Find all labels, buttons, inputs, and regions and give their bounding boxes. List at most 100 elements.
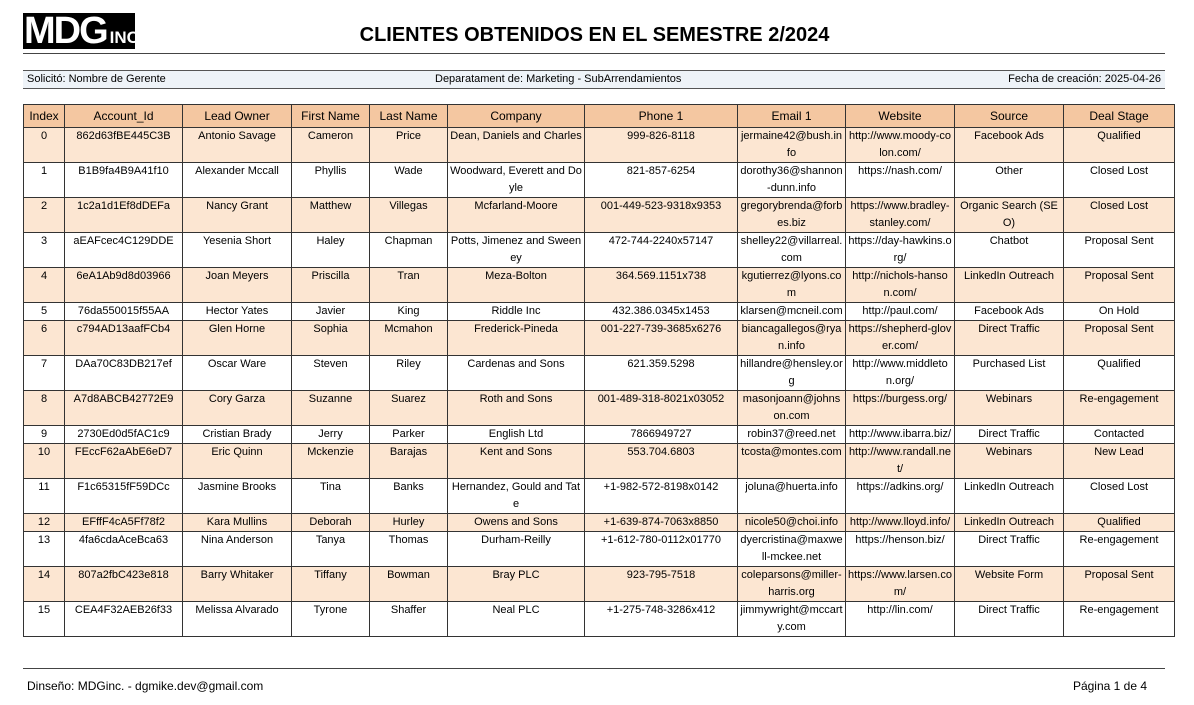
cell-source: Webinars xyxy=(954,443,1064,479)
table-row: 0 862d63fBE445C3B Antonio Savage Cameron Pri… xyxy=(23,127,1175,163)
table-row: 13 4fa6cdaAceBca63 Nina Anderson Tanya Thoma… xyxy=(23,531,1175,567)
table-row: 6 c794AD13aafFCb4 Glen Horne Sophia Mcmahon F… xyxy=(23,320,1175,356)
cell-first-name: Deborah xyxy=(291,513,370,532)
cell-last-name: Suarez xyxy=(369,390,448,426)
cell-company: Cardenas and Sons xyxy=(447,355,585,391)
cell-last-name: Mcmahon xyxy=(369,320,448,356)
cell-first-name: Suzanne xyxy=(291,390,370,426)
column-header-company: Company xyxy=(447,104,585,128)
cell-source: LinkedIn Outreach xyxy=(954,513,1064,532)
cell-lead-owner: Cristian Brady xyxy=(182,425,292,444)
report-info-bar: Solicitó: Nombre de Gerente Deparatament… xyxy=(23,70,1165,89)
cell-deal-stage: Closed Lost xyxy=(1063,197,1175,233)
cell-email: shelley22@villarreal.com xyxy=(737,232,846,268)
cell-first-name: Jerry xyxy=(291,425,370,444)
cell-phone: +1-639-874-7063x8850 xyxy=(584,513,738,532)
cell-phone: 432.386.0345x1453 xyxy=(584,302,738,321)
cell-email: coleparsons@miller-harris.org xyxy=(737,566,846,602)
cell-first-name: Phyllis xyxy=(291,162,370,198)
cell-deal-stage: Closed Lost xyxy=(1063,162,1175,198)
cell-deal-stage: Proposal Sent xyxy=(1063,566,1175,602)
table-row: 1 B1B9fa4B9A41f10 Alexander Mccall Phyllis W… xyxy=(23,162,1175,198)
cell-first-name: Tina xyxy=(291,478,370,514)
cell-first-name: Javier xyxy=(291,302,370,321)
cell-lead-owner: Barry Whitaker xyxy=(182,566,292,602)
cell-phone: 553.704.6803 xyxy=(584,443,738,479)
cell-lead-owner: Kara Mullins xyxy=(182,513,292,532)
cell-account-id: F1c65315fF59DCc xyxy=(64,478,183,514)
cell-account-id: 4fa6cdaAceBca63 xyxy=(64,531,183,567)
cell-phone: 999-826-8118 xyxy=(584,127,738,163)
cell-last-name: Price xyxy=(369,127,448,163)
cell-website: https://www.larsen.com/ xyxy=(845,566,955,602)
cell-website: http://nichols-hanson.com/ xyxy=(845,267,955,303)
cell-last-name: Hurley xyxy=(369,513,448,532)
cell-account-id: 2730Ed0d5fAC1c9 xyxy=(64,425,183,444)
cell-phone: 364.569.1151x738 xyxy=(584,267,738,303)
cell-first-name: Mckenzie xyxy=(291,443,370,479)
cell-phone: +1-982-572-8198x0142 xyxy=(584,478,738,514)
cell-source: Direct Traffic xyxy=(954,425,1064,444)
cell-first-name: Tanya xyxy=(291,531,370,567)
cell-company: Meza-Bolton xyxy=(447,267,585,303)
cell-account-id: 862d63fBE445C3B xyxy=(64,127,183,163)
report-title: CLIENTES OBTENIDOS EN EL SEMESTRE 2/2024 xyxy=(359,24,830,46)
cell-last-name: Bowman xyxy=(369,566,448,602)
cell-email: masonjoann@johnson.com xyxy=(737,390,846,426)
cell-deal-stage: New Lead xyxy=(1063,443,1175,479)
cell-phone: 001-489-318-8021x03052 xyxy=(584,390,738,426)
cell-last-name: Chapman xyxy=(369,232,448,268)
cell-first-name: Matthew xyxy=(291,197,370,233)
column-header-deal-stage: Deal Stage xyxy=(1063,104,1175,128)
cell-first-name: Priscilla xyxy=(291,267,370,303)
column-header-last-name: Last Name xyxy=(369,104,448,128)
cell-index: 3 xyxy=(23,232,65,268)
cell-email: jermaine42@bush.info xyxy=(737,127,846,163)
cell-company: Durham-Reilly xyxy=(447,531,585,567)
cell-index: 15 xyxy=(23,601,65,637)
table-row: 2 1c2a1d1Ef8dDEFa Nancy Grant Matthew Villeg… xyxy=(23,197,1175,233)
cell-phone: 001-449-523-9318x9353 xyxy=(584,197,738,233)
cell-company: Roth and Sons xyxy=(447,390,585,426)
cell-website: http://paul.com/ xyxy=(845,302,955,321)
cell-last-name: Riley xyxy=(369,355,448,391)
cell-index: 9 xyxy=(23,425,65,444)
cell-account-id: A7d8ABCB42772E9 xyxy=(64,390,183,426)
cell-lead-owner: Eric Quinn xyxy=(182,443,292,479)
cell-account-id: CEA4F32AEB26f33 xyxy=(64,601,183,637)
cell-lead-owner: Oscar Ware xyxy=(182,355,292,391)
column-header-first-name: First Name xyxy=(291,104,370,128)
cell-last-name: Thomas xyxy=(369,531,448,567)
cell-lead-owner: Melissa Alvarado xyxy=(182,601,292,637)
cell-phone: 472-744-2240x57147 xyxy=(584,232,738,268)
cell-index: 6 xyxy=(23,320,65,356)
cell-email: nicole50@choi.info xyxy=(737,513,846,532)
cell-account-id: 1c2a1d1Ef8dDEFa xyxy=(64,197,183,233)
cell-last-name: Wade xyxy=(369,162,448,198)
cell-account-id: c794AD13aafFCb4 xyxy=(64,320,183,356)
cell-company: Kent and Sons xyxy=(447,443,585,479)
table-row: 5 76da550015f55AA Hector Yates Javier King Ri… xyxy=(23,302,1175,321)
cell-lead-owner: Jasmine Brooks xyxy=(182,478,292,514)
cell-deal-stage: Re-engagement xyxy=(1063,601,1175,637)
cell-deal-stage: Re-engagement xyxy=(1063,531,1175,567)
column-header-index: Index xyxy=(23,104,65,128)
cell-email: tcosta@montes.com xyxy=(737,443,846,479)
cell-company: Woodward, Everett and Doyle xyxy=(447,162,585,198)
cell-phone: 821-857-6254 xyxy=(584,162,738,198)
cell-account-id: FEccF62aAbE6eD7 xyxy=(64,443,183,479)
cell-account-id: EFffF4cA5Ff78f2 xyxy=(64,513,183,532)
cell-phone: 621.359.5298 xyxy=(584,355,738,391)
table-row: 10 FEccF62aAbE6eD7 Eric Quinn Mckenzie Baraj… xyxy=(23,443,1175,479)
table-row: 14 807a2fbC423e818 Barry Whitaker Tiffany Bo… xyxy=(23,566,1175,602)
cell-phone: 7866949727 xyxy=(584,425,738,444)
cell-account-id: 76da550015f55AA xyxy=(64,302,183,321)
cell-company: Frederick-Pineda xyxy=(447,320,585,356)
cell-company: Hernandez, Gould and Tate xyxy=(447,478,585,514)
cell-source: Direct Traffic xyxy=(954,601,1064,637)
cell-index: 10 xyxy=(23,443,65,479)
cell-company: Owens and Sons xyxy=(447,513,585,532)
cell-phone: 923-795-7518 xyxy=(584,566,738,602)
cell-deal-stage: On Hold xyxy=(1063,302,1175,321)
cell-company: English Ltd xyxy=(447,425,585,444)
